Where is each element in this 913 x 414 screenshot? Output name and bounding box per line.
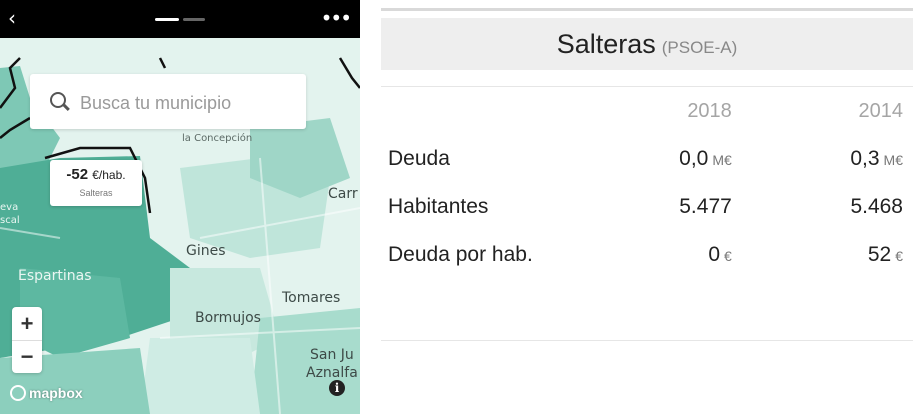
value-text: 52 xyxy=(867,243,892,266)
page-indicator xyxy=(155,18,207,22)
search-input[interactable] xyxy=(78,88,297,118)
municipality-title: Salteras xyxy=(556,29,656,59)
map-label-san-ju: San Ju xyxy=(310,347,354,363)
year-column-header: 2018 xyxy=(604,86,732,135)
divider xyxy=(381,8,913,11)
map-label-carr: Carr xyxy=(328,186,358,202)
value-unit: M€ xyxy=(712,152,732,168)
header-empty xyxy=(381,86,605,135)
table-row: Deuda 0,0 M€ 0,3 M€ xyxy=(381,135,913,183)
value-text: 0,0 xyxy=(679,147,709,170)
mapbox-text: mapbox xyxy=(29,385,83,401)
value-text: 0 xyxy=(708,243,721,266)
map-label-espartinas: Espartinas xyxy=(18,268,92,284)
map-label-concepcion: la Concepción xyxy=(182,133,253,144)
tooltip-value: -52 xyxy=(66,166,89,183)
value-unit: € xyxy=(724,248,732,264)
row-value: 0 € xyxy=(604,231,732,279)
region-bormujos xyxy=(140,338,260,414)
year-column-header: 2014 xyxy=(731,86,913,135)
table-row: Deuda por hab. 0 € 52 € xyxy=(381,231,913,279)
mapbox-icon xyxy=(10,385,26,401)
row-label: Deuda xyxy=(388,147,450,170)
detail-header: Salteras (PSOE-A) xyxy=(381,18,913,70)
row-value: 0,3 M€ xyxy=(732,135,913,183)
top-bar: ‹ ••• xyxy=(0,0,360,38)
tooltip-value-line: -52 €/hab. xyxy=(50,166,142,183)
value-text: 0,3 xyxy=(850,147,880,170)
mapbox-logo[interactable]: mapbox xyxy=(10,385,83,401)
search-box[interactable] xyxy=(30,74,306,129)
tooltip-name: Salteras xyxy=(79,188,113,198)
zoom-control: + − xyxy=(12,307,42,373)
detail-panel: Salteras (PSOE-A) 2018 2014 Deuda 0,0 M€ 0… xyxy=(381,0,913,414)
map-label-eva: eva xyxy=(0,202,19,213)
value-unit: M€ xyxy=(883,152,903,168)
divider xyxy=(381,340,913,341)
map-panel[interactable]: ‹ ••• la Concepción Carr Gines Espartina… xyxy=(0,0,360,414)
value-text: 5.468 xyxy=(850,195,903,218)
value-text: 5.477 xyxy=(679,195,732,218)
info-icon[interactable]: i xyxy=(329,380,345,396)
row-value: 5.477 xyxy=(604,183,732,231)
zoom-out-button[interactable]: − xyxy=(12,340,42,373)
row-value: 52 € xyxy=(732,231,913,279)
party-label: (PSOE-A) xyxy=(661,38,738,57)
tooltip-unit: €/hab. xyxy=(92,168,126,182)
row-label: Habitantes xyxy=(388,195,489,218)
row-value: 5.468 xyxy=(732,183,913,231)
stats-table: 2018 2014 Deuda 0,0 M€ 0,3 M€ Habitantes 5… xyxy=(381,86,913,279)
municipality-tooltip[interactable]: -52 €/hab. Salteras xyxy=(50,160,142,206)
map-label-tomares: Tomares xyxy=(282,290,341,306)
zoom-in-button[interactable]: + xyxy=(12,307,42,341)
page-dot xyxy=(183,18,205,21)
table-header-row: 2018 2014 xyxy=(381,86,913,135)
map-label-gines: Gines xyxy=(186,243,226,259)
table-row: Habitantes 5.477 5.468 xyxy=(381,183,913,231)
row-label: Deuda por hab. xyxy=(388,243,533,266)
row-value: 0,0 M€ xyxy=(604,135,732,183)
chevron-left-icon[interactable]: ‹ xyxy=(8,8,16,28)
page-dot-active xyxy=(155,18,179,21)
map-label-bormujos: Bormujos xyxy=(195,310,261,326)
map-label-aznalfa: Aznalfa xyxy=(306,365,358,381)
more-dots-icon[interactable]: ••• xyxy=(321,6,352,30)
map-label-scal: scal xyxy=(0,215,20,226)
search-icon xyxy=(50,92,66,108)
value-unit: € xyxy=(895,248,903,264)
